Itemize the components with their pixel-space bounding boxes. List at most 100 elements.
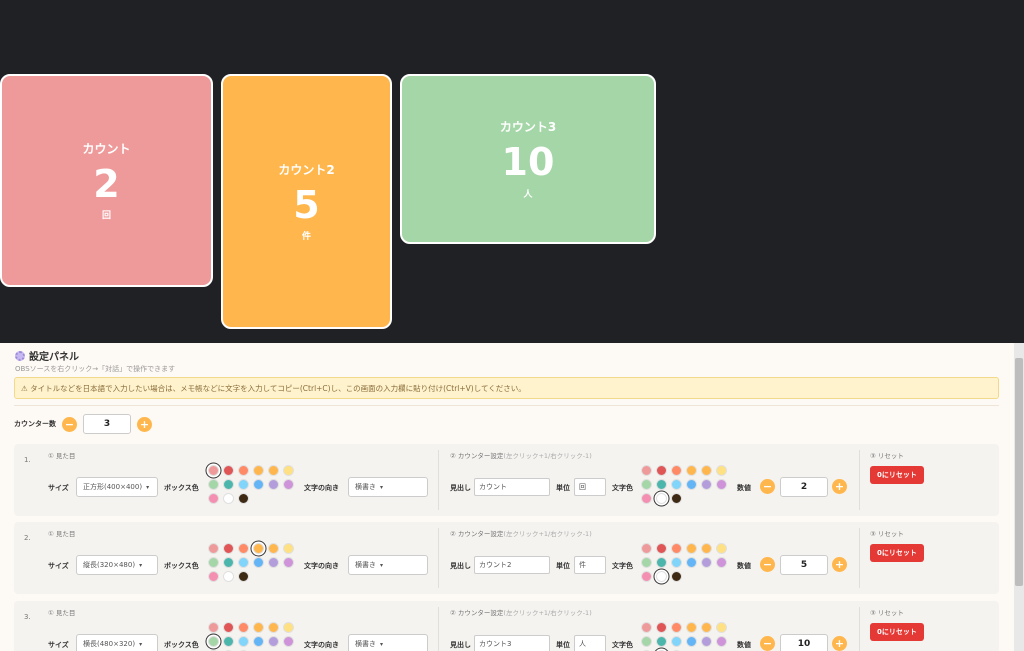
text-color-swatch[interactable] <box>716 636 727 647</box>
text-color-swatch[interactable] <box>656 465 667 476</box>
text-color-swatch[interactable] <box>671 557 682 568</box>
text-color-swatch[interactable] <box>656 622 667 633</box>
text-color-swatch[interactable] <box>716 543 727 554</box>
text-color-swatch[interactable] <box>671 622 682 633</box>
text-color-swatch[interactable] <box>686 622 697 633</box>
text-direction-select[interactable]: 横書き ▾ <box>348 634 428 651</box>
value-minus-button[interactable]: − <box>760 636 775 651</box>
box-color-swatch[interactable] <box>253 543 264 554</box>
value-minus-button[interactable]: − <box>760 479 775 494</box>
text-color-swatch[interactable] <box>671 571 682 582</box>
box-color-swatch[interactable] <box>208 493 219 504</box>
text-color-swatch[interactable] <box>641 543 652 554</box>
box-color-swatch[interactable] <box>253 557 264 568</box>
value-input[interactable]: 10 <box>780 634 828 651</box>
box-color-swatch[interactable] <box>223 479 234 490</box>
box-color-swatch[interactable] <box>223 465 234 476</box>
box-color-swatch[interactable] <box>283 557 294 568</box>
box-color-swatch[interactable] <box>238 636 249 647</box>
panel-scrollbar-thumb[interactable] <box>1015 358 1023 586</box>
unit-input[interactable]: 件 <box>574 556 606 574</box>
text-color-swatch[interactable] <box>671 636 682 647</box>
text-color-swatch[interactable] <box>686 557 697 568</box>
box-color-swatch[interactable] <box>238 493 249 504</box>
text-direction-select[interactable]: 横書き ▾ <box>348 477 428 497</box>
text-color-swatch[interactable] <box>701 636 712 647</box>
text-color-swatch[interactable] <box>701 543 712 554</box>
text-color-swatch[interactable] <box>641 465 652 476</box>
text-color-swatch[interactable] <box>656 479 667 490</box>
box-color-swatch[interactable] <box>238 479 249 490</box>
box-color-swatch[interactable] <box>253 479 264 490</box>
text-color-swatch[interactable] <box>671 493 682 504</box>
box-color-swatch[interactable] <box>268 636 279 647</box>
box-color-swatch[interactable] <box>268 557 279 568</box>
text-color-swatch[interactable] <box>686 543 697 554</box>
box-color-swatch[interactable] <box>268 465 279 476</box>
box-color-swatch[interactable] <box>223 557 234 568</box>
text-color-swatch[interactable] <box>716 465 727 476</box>
text-color-swatch[interactable] <box>641 557 652 568</box>
box-color-swatch[interactable] <box>223 622 234 633</box>
counter-count-plus-button[interactable]: + <box>137 416 152 432</box>
text-color-swatch[interactable] <box>701 622 712 633</box>
box-color-swatch[interactable] <box>238 465 249 476</box>
text-color-swatch[interactable] <box>716 622 727 633</box>
reset-button[interactable]: 0にリセット <box>870 544 924 562</box>
text-color-swatch[interactable] <box>641 479 652 490</box>
value-input[interactable]: 2 <box>780 477 828 497</box>
reset-button[interactable]: 0にリセット <box>870 466 924 484</box>
text-color-swatch[interactable] <box>656 571 667 582</box>
counter-card-1[interactable]: カウント 2 回 <box>0 74 213 287</box>
text-color-swatch[interactable] <box>641 493 652 504</box>
box-color-swatch[interactable] <box>238 571 249 582</box>
box-color-swatch[interactable] <box>208 557 219 568</box>
text-color-swatch[interactable] <box>701 557 712 568</box>
box-color-swatch[interactable] <box>283 465 294 476</box>
text-color-swatch[interactable] <box>641 636 652 647</box>
size-select[interactable]: 縦長(320×480) ▾ <box>76 555 158 575</box>
text-color-swatch[interactable] <box>686 479 697 490</box>
heading-input[interactable]: カウント2 <box>474 556 550 574</box>
heading-input[interactable]: カウント3 <box>474 635 550 651</box>
text-color-swatch[interactable] <box>671 543 682 554</box>
text-color-swatch[interactable] <box>686 465 697 476</box>
counter-count-input[interactable]: 3 <box>83 414 131 434</box>
box-color-swatch[interactable] <box>253 622 264 633</box>
box-color-swatch[interactable] <box>283 622 294 633</box>
box-color-swatch[interactable] <box>208 465 219 476</box>
box-color-swatch[interactable] <box>238 622 249 633</box>
value-plus-button[interactable]: + <box>832 479 847 494</box>
box-color-swatch[interactable] <box>268 479 279 490</box>
box-color-swatch[interactable] <box>283 636 294 647</box>
text-color-swatch[interactable] <box>716 557 727 568</box>
value-plus-button[interactable]: + <box>832 636 847 651</box>
box-color-swatch[interactable] <box>223 543 234 554</box>
unit-input[interactable]: 人 <box>574 635 606 651</box>
box-color-swatch[interactable] <box>268 543 279 554</box>
text-color-swatch[interactable] <box>671 465 682 476</box>
box-color-swatch[interactable] <box>223 571 234 582</box>
text-color-swatch[interactable] <box>656 543 667 554</box>
counter-count-minus-button[interactable]: − <box>62 416 77 432</box>
value-plus-button[interactable]: + <box>832 557 847 572</box>
box-color-swatch[interactable] <box>268 622 279 633</box>
box-color-swatch[interactable] <box>253 465 264 476</box>
box-color-swatch[interactable] <box>238 543 249 554</box>
box-color-swatch[interactable] <box>223 493 234 504</box>
reset-button[interactable]: 0にリセット <box>870 623 924 641</box>
box-color-swatch[interactable] <box>208 622 219 633</box>
box-color-swatch[interactable] <box>223 636 234 647</box>
text-color-swatch[interactable] <box>641 571 652 582</box>
text-color-swatch[interactable] <box>716 479 727 490</box>
text-color-swatch[interactable] <box>671 479 682 490</box>
box-color-swatch[interactable] <box>208 479 219 490</box>
heading-input[interactable]: カウント <box>474 478 550 496</box>
unit-input[interactable]: 回 <box>574 478 606 496</box>
text-color-swatch[interactable] <box>641 622 652 633</box>
box-color-swatch[interactable] <box>208 543 219 554</box>
text-color-swatch[interactable] <box>686 636 697 647</box>
size-select[interactable]: 正方形(400×400) ▾ <box>76 477 158 497</box>
box-color-swatch[interactable] <box>238 557 249 568</box>
text-color-swatch[interactable] <box>656 493 667 504</box>
